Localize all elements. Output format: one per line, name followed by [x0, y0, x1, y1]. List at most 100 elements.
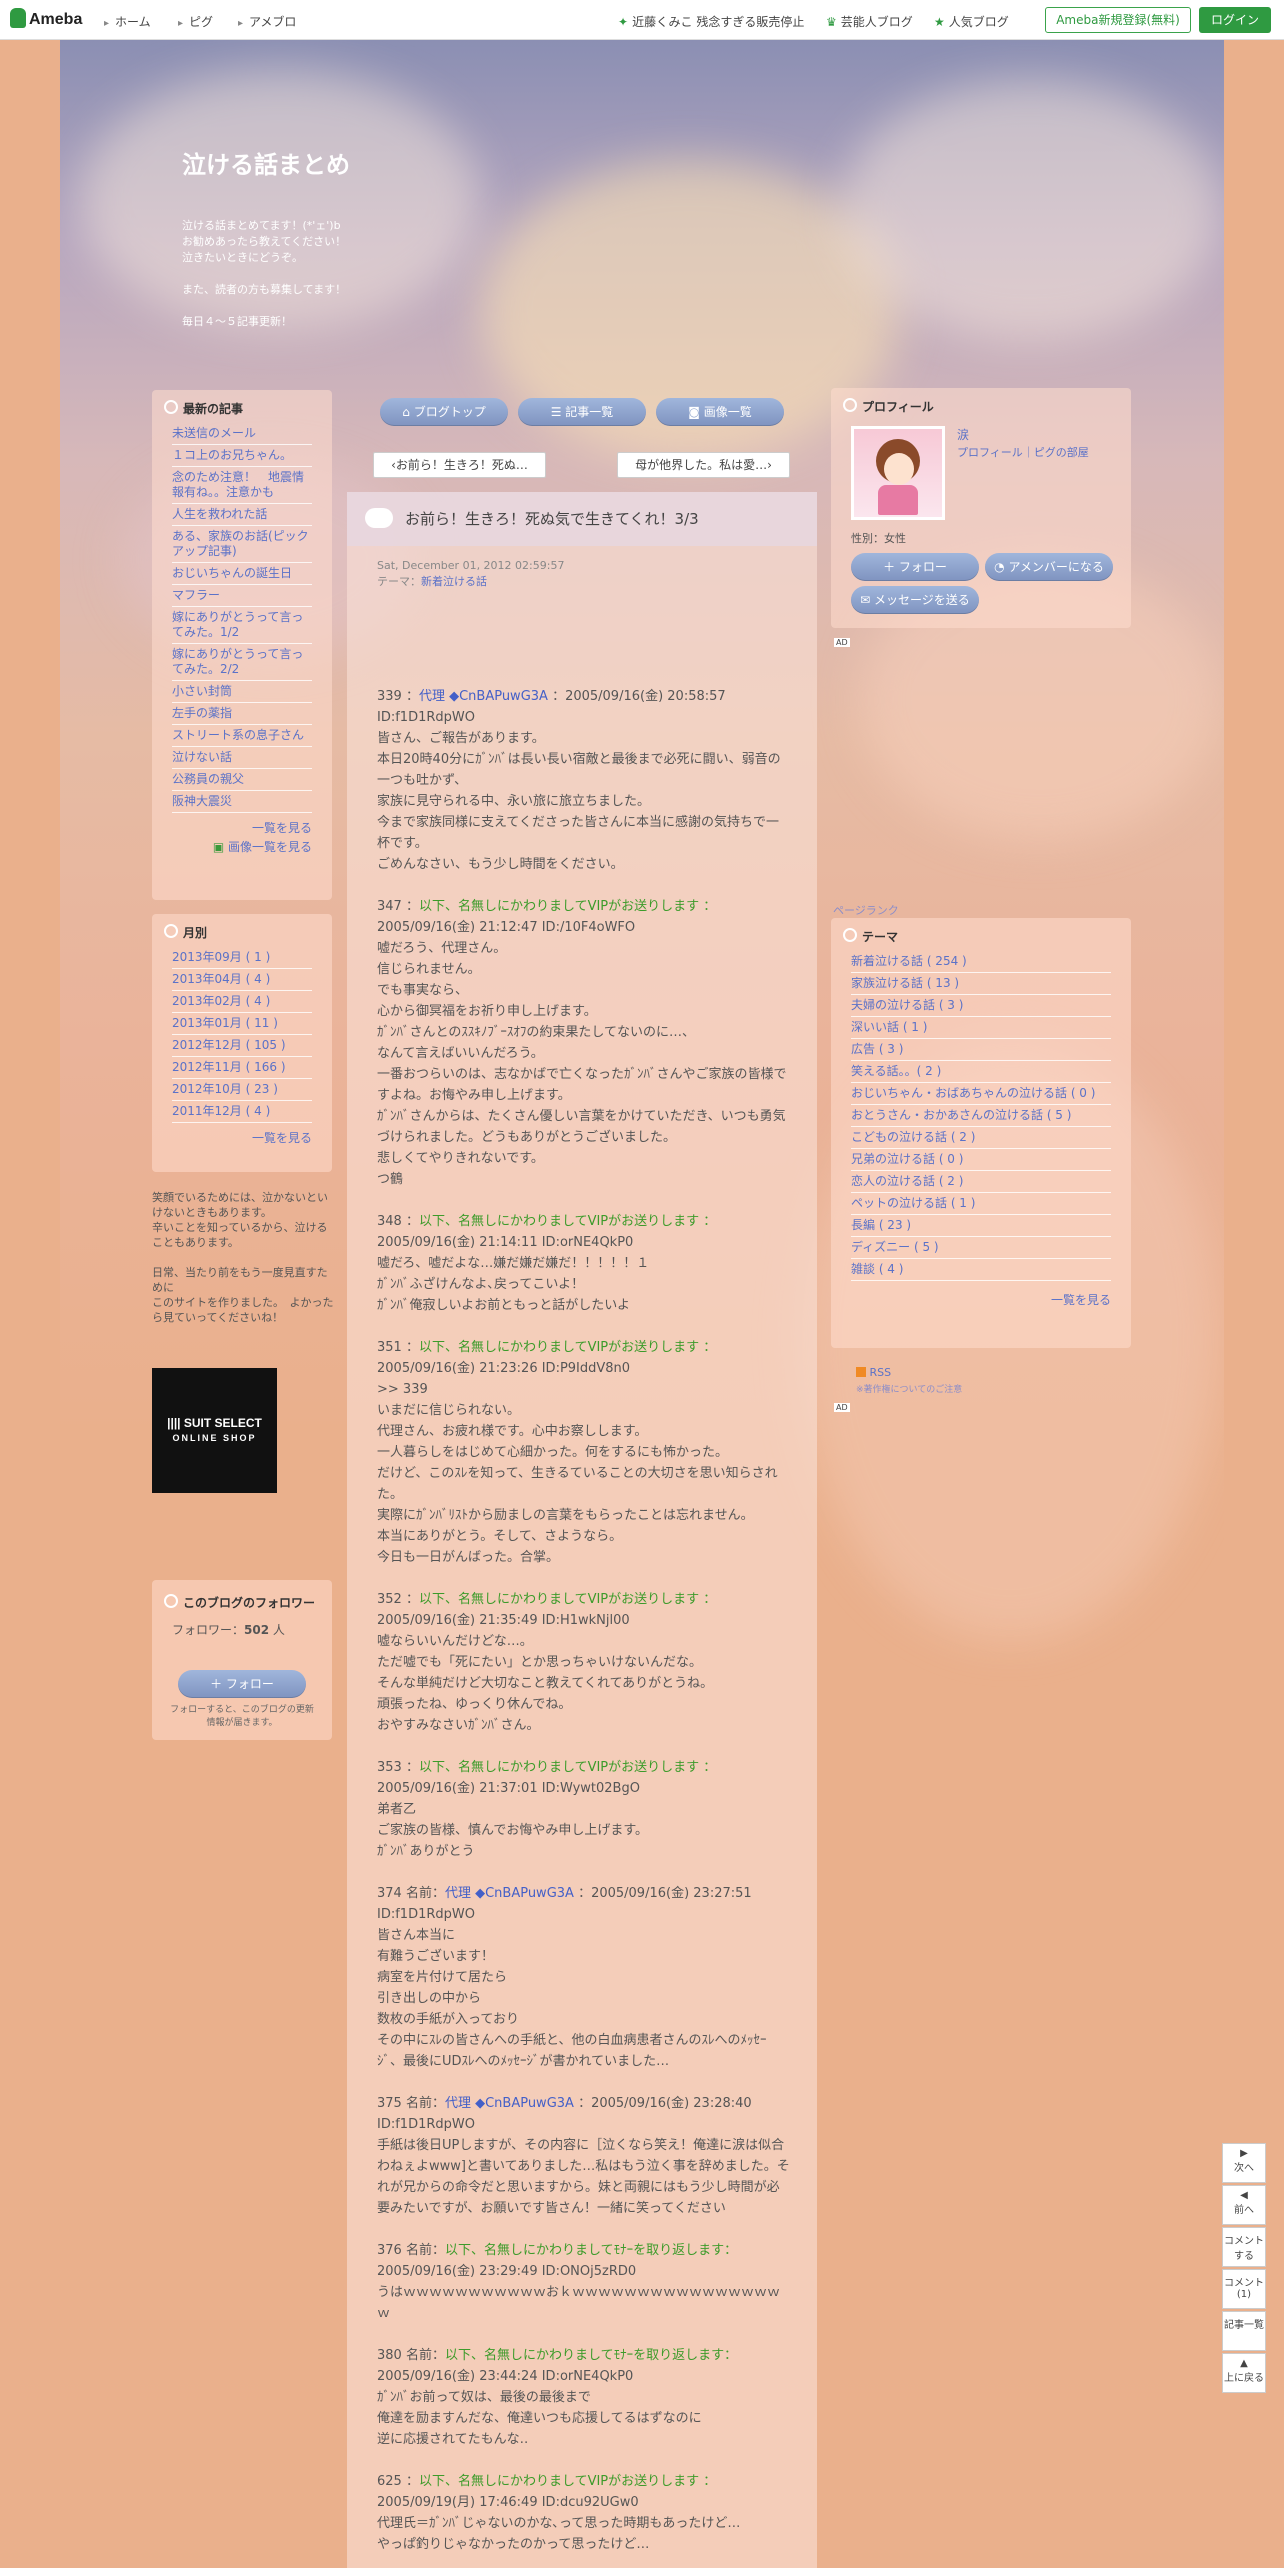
recent-post-item[interactable]: 嫁にありがとうって言ってみた。1/2 [172, 607, 312, 644]
recent-post-item[interactable]: 小さい封筒 [172, 681, 312, 703]
recent-post-item[interactable]: 人生を救われた話 [172, 504, 312, 526]
theme-item[interactable]: 広告 ( 3 ) [851, 1039, 1111, 1061]
tab-image-list[interactable]: ◙ 画像一覧 [656, 398, 784, 426]
monthly-more-link[interactable]: 一覧を見る [152, 1129, 312, 1146]
ameba-logo[interactable]: Ameba [10, 8, 82, 29]
recent-post-item[interactable]: おじいちゃんの誕生日 [172, 563, 312, 585]
month-archive-item[interactable]: 2013年04月 ( 4 ) [172, 969, 312, 991]
recent-post-item[interactable]: 嫁にありがとうって言ってみた。2/2 [172, 644, 312, 681]
response-line: ｶﾞﾝﾊﾞありがとう [377, 1844, 475, 1859]
send-message-button[interactable]: ✉ メッセージを送る [851, 586, 979, 614]
recent-post-item[interactable]: 泣けない話 [172, 747, 312, 769]
post-title[interactable]: お前ら！生きろ！死ぬ気で生きてくれ！3/3 [347, 492, 817, 546]
month-archive-item[interactable]: 2011年12月 ( 4 ) [172, 1101, 312, 1123]
poster-name[interactable]: 以下、名無しにかわりましてVIPがお送りします ： [419, 1592, 716, 1607]
rss-link[interactable]: RSS [856, 1366, 891, 1379]
theme-item[interactable]: 兄弟の泣ける話 ( 0 ) [851, 1149, 1111, 1171]
poster-name[interactable]: 代理 ◆CnBAPuwG3A [445, 2096, 574, 2111]
recent-post-item[interactable]: ストリート系の息子さん [172, 725, 312, 747]
profile-name[interactable]: 涙 [957, 426, 969, 443]
recent-post-item[interactable]: ある、家族のお話(ピックアップ記事) [172, 526, 312, 563]
register-button[interactable]: Ameba新規登録(無料) [1045, 7, 1191, 33]
poster-name[interactable]: 以下、名無しにかわりましてVIPがお送りします ： [419, 2474, 716, 2489]
amember-button[interactable]: ◔ アメンバーになる [985, 553, 1113, 581]
theme-item[interactable]: 長編 ( 23 ) [851, 1215, 1111, 1237]
profile-avatar[interactable] [851, 426, 945, 520]
recent-post-item[interactable]: マフラー [172, 585, 312, 607]
side-button[interactable]: ▲ 上に戻る [1222, 2353, 1266, 2393]
nav-ameblo[interactable]: アメブロ [238, 13, 296, 30]
theme-item[interactable]: おとうさん・おかあさんの泣ける話 ( 5 ) [851, 1105, 1111, 1127]
side-button[interactable]: 記事一覧 [1222, 2311, 1266, 2351]
login-button[interactable]: ログイン [1199, 7, 1271, 33]
popular-blog-link[interactable]: ★ 人気ブログ [934, 13, 1009, 30]
nav-pigg[interactable]: ピグ [178, 13, 213, 30]
prev-post-button[interactable]: ‹お前ら！生きろ！死ぬ… [373, 452, 546, 478]
response-meta: 348 ： [377, 1214, 419, 1229]
theme-item[interactable]: 家族泣ける話 ( 13 ) [851, 973, 1111, 995]
response-entry: 353 ：以下、名無しにかわりましてVIPがお送りします ： 2005/09/16… [377, 1757, 791, 1862]
poster-name[interactable]: 以下、名無しにかわりましてVIPがお送りします ： [419, 1760, 716, 1775]
page-rank-label[interactable]: ページランク [833, 902, 899, 918]
response-line: だけど、このｽﾚを知って、生きるていることの大切さを思い知らされた。 [377, 1466, 778, 1502]
theme-item[interactable]: 深いい話 ( 1 ) [851, 1017, 1111, 1039]
theme-item[interactable]: おじいちゃん・おばあちゃんの泣ける話 ( 0 ) [851, 1083, 1111, 1105]
arrow-up-icon: ▲ [1240, 2358, 1248, 2369]
side-button[interactable]: コメント(1) [1222, 2269, 1266, 2309]
poster-name[interactable]: 以下、名無しにかわりましてﾓﾅｰを取り返します： [445, 2243, 737, 2258]
month-archive-item[interactable]: 2013年09月 ( 1 ) [172, 947, 312, 969]
recent-post-item[interactable]: 公務員の親父 [172, 769, 312, 791]
tab-article-list[interactable]: ☰ 記事一覧 [518, 398, 646, 426]
side-button-label: 前へ [1234, 2205, 1254, 2216]
suit-select-ad[interactable]: |||| SUIT SELECT ONLINE SHOP [152, 1368, 277, 1493]
response-entry: 347 ：以下、名無しにかわりましてVIPがお送りします ： 2005/09/16… [377, 896, 791, 1190]
poster-name[interactable]: 以下、名無しにかわりましてVIPがお送りします ： [419, 1214, 716, 1229]
theme-item[interactable]: 笑える話。。( 2 ) [851, 1061, 1111, 1083]
recent-post-item[interactable]: １コ上のお兄ちゃん。 [172, 445, 312, 467]
side-button[interactable]: ▶ 次へ [1222, 2143, 1266, 2183]
next-post-button[interactable]: 母が他界した。私は愛…› [617, 452, 790, 478]
themes-more-link[interactable]: 一覧を見る [831, 1291, 1111, 1308]
month-archive-item[interactable]: 2012年10月 ( 23 ) [172, 1079, 312, 1101]
top-news-link[interactable]: ✦ 近藤くみこ 残念すぎる販売停止 [618, 13, 804, 30]
recent-post-item[interactable]: 念のため注意！ 地震情報有ね。。注意かも [172, 467, 312, 504]
theme-item[interactable]: 恋人の泣ける話 ( 2 ) [851, 1171, 1111, 1193]
month-archive-item[interactable]: 2012年12月 ( 105 ) [172, 1035, 312, 1057]
tab-blog-top[interactable]: ⌂ ブログトップ [380, 398, 508, 426]
response-line: ｶﾞﾝﾊﾞさんからは、たくさん優しい言葉をかけていただき、いつも勇気づけられまし… [377, 1109, 786, 1145]
nav-home[interactable]: ホーム [104, 13, 151, 30]
response-line: ご家族の皆様、慎んでお悔やみ申し上げます。 [377, 1823, 649, 1838]
avatar-face [884, 453, 914, 485]
image-icon: ▣ [212, 840, 228, 854]
follow-button[interactable]: ＋ フォロー [178, 1670, 306, 1698]
poster-name[interactable]: 以下、名無しにかわりましてﾓﾅｰを取り返します： [445, 2348, 737, 2363]
poster-name[interactable]: 代理 ◆CnBAPuwG3A [445, 1886, 574, 1901]
post-theme-link[interactable]: 新着泣ける話 [421, 575, 487, 588]
profile-follow-button[interactable]: ＋ フォロー [851, 553, 979, 581]
theme-item[interactable]: こどもの泣ける話 ( 2 ) [851, 1127, 1111, 1149]
recent-post-item[interactable]: 阪神大震災 [172, 791, 312, 813]
side-button[interactable]: ◀ 前へ [1222, 2185, 1266, 2225]
poster-name[interactable]: 以下、名無しにかわりましてVIPがお送りします ： [419, 1340, 716, 1355]
recent-post-item[interactable]: 未送信のメール [172, 423, 312, 445]
side-button[interactable]: コメントする [1222, 2227, 1266, 2267]
blog-title[interactable]: 泣ける話まとめ [182, 145, 350, 180]
image-list-link[interactable]: ▣ 画像一覧を見る [152, 838, 312, 855]
month-archive-item[interactable]: 2013年02月 ( 4 ) [172, 991, 312, 1013]
poster-name[interactable]: 以下、名無しにかわりましてVIPがお送りします ： [419, 899, 716, 914]
profile-links[interactable]: プロフィール｜ピグの部屋 [957, 444, 1089, 460]
theme-item[interactable]: 夫婦の泣ける話 ( 3 ) [851, 995, 1111, 1017]
response-meta: 2005/09/16(金) 21:23:26 ID:P9IddV8n0 [377, 1361, 631, 1376]
copyright-link[interactable]: ※著作権についてのご注意 [856, 1382, 962, 1395]
theme-item[interactable]: ペットの泣ける話 ( 1 ) [851, 1193, 1111, 1215]
theme-item[interactable]: 新着泣ける話 ( 254 ) [851, 951, 1111, 973]
theme-item[interactable]: 雑談 ( 4 ) [851, 1259, 1111, 1281]
recent-post-item[interactable]: 左手の薬指 [172, 703, 312, 725]
celebrity-blog-link[interactable]: ♛ 芸能人ブログ [826, 13, 913, 30]
month-archive-item[interactable]: 2013年01月 ( 11 ) [172, 1013, 312, 1035]
poster-name[interactable]: 代理 ◆CnBAPuwG3A [419, 689, 548, 704]
recent-more-link[interactable]: 一覧を見る [152, 819, 312, 836]
theme-item[interactable]: ディズニー ( 5 ) [851, 1237, 1111, 1259]
month-archive-item[interactable]: 2012年11月 ( 166 ) [172, 1057, 312, 1079]
ameba-logo-icon [10, 8, 26, 28]
